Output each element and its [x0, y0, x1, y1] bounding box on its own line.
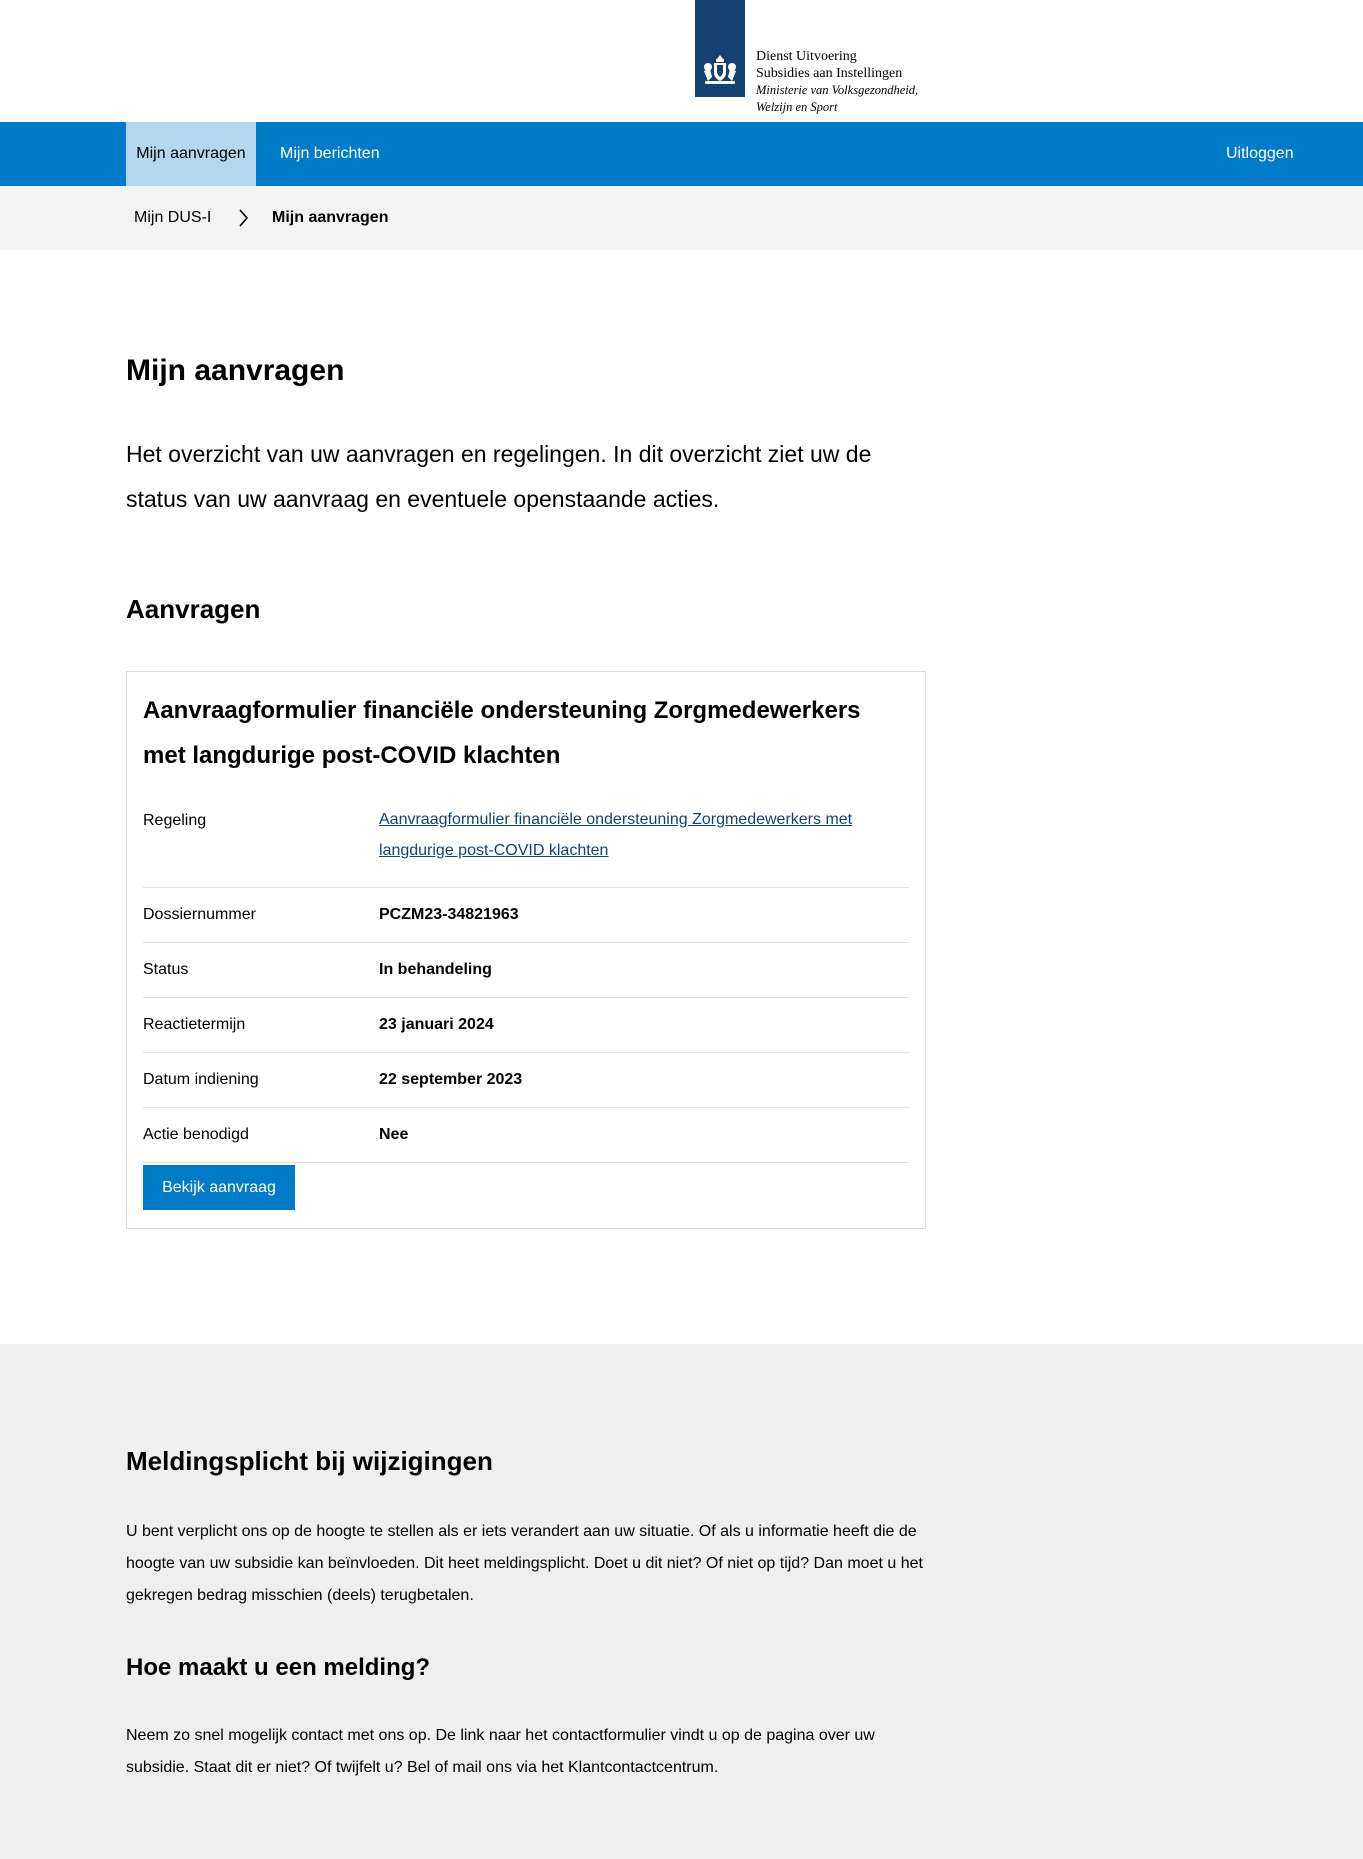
application-card: Aanvraagformulier financiële ondersteuni…: [126, 671, 926, 1229]
regeling-link[interactable]: Aanvraagformulier financiële ondersteuni…: [379, 804, 899, 866]
detail-label: Status: [143, 961, 189, 978]
detail-label: Dossiernummer: [143, 906, 256, 923]
breadcrumb-item-current: Mijn aanvragen: [272, 209, 389, 226]
site-header: Dienst Uitvoering Subsidies aan Instelli…: [0, 0, 1363, 122]
crest-icon: [704, 55, 736, 84]
nav-item-mijn-aanvragen[interactable]: Mijn aanvragen: [126, 122, 256, 186]
status-value: In behandeling: [379, 961, 492, 978]
intro-text: Het overzicht van uw aanvragen en regeli…: [126, 441, 872, 512]
detail-label: Reactietermijn: [143, 1016, 246, 1033]
breadcrumb-item-home[interactable]: Mijn DUS-I: [134, 186, 211, 250]
info-paragraph-meldingsplicht: U bent verplicht ons op de hoogte te ste…: [126, 1523, 923, 1604]
info-heading-melding: Hoe maakt u een melding?: [126, 1654, 431, 1681]
detail-row-datum-indiening: Datum indiening 22 september 2023: [143, 1053, 909, 1108]
detail-row-regeling: Regeling Aanvraagformulier financiële on…: [143, 795, 909, 888]
card-title: Aanvraagformulier financiële ondersteuni…: [143, 697, 861, 769]
logo-organisation-line2: Subsidies aan Instellingen: [756, 66, 903, 81]
detail-value: 22 september 2023: [379, 1071, 523, 1088]
detail-row-status: Status In behandeling: [143, 943, 909, 998]
logo-bar: [695, 0, 745, 97]
detail-label: Actie benodigd: [143, 1126, 249, 1143]
detail-label: Regeling: [143, 812, 207, 829]
main-content: Mijn aanvragen Het overzicht van uw aanv…: [0, 250, 1363, 1344]
breadcrumb: Mijn DUS-I Mijn aanvragen: [0, 186, 1363, 250]
detail-row-actie-benodigd: Actie benodigd Nee: [143, 1108, 909, 1163]
detail-row-dossiernummer: Dossiernummer PCZM23-34821963: [143, 888, 909, 943]
info-paragraph-melding: Neem zo snel mogelijk contact met ons op…: [126, 1727, 875, 1776]
chevron-right-icon: [239, 209, 249, 227]
view-application-button[interactable]: Bekijk aanvraag: [143, 1165, 295, 1210]
detail-label: Datum indiening: [143, 1071, 259, 1088]
info-section: Meldingsplicht bij wijzigingen U bent ve…: [0, 1344, 1363, 1859]
detail-value: Nee: [379, 1126, 409, 1143]
detail-value: PCZM23-34821963: [379, 906, 519, 923]
logo[interactable]: Dienst Uitvoering Subsidies aan Instelli…: [695, 0, 918, 116]
logo-ministry-line1: Ministerie van Volksgezondheid,: [756, 83, 919, 97]
section-title-aanvragen: Aanvragen: [126, 594, 261, 624]
logout-link[interactable]: Uitloggen: [1226, 122, 1294, 186]
page-title: Mijn aanvragen: [126, 354, 345, 387]
logo-text: Dienst Uitvoering Subsidies aan Instelli…: [756, 48, 918, 116]
logo-ministry-line2: Welzijn en Sport: [756, 100, 838, 114]
main-nav: Mijn aanvragen Mijn berichten Uitloggen: [0, 122, 1363, 186]
logo-organisation-line1: Dienst Uitvoering: [756, 49, 857, 64]
detail-row-reactietermijn: Reactietermijn 23 januari 2024: [143, 998, 909, 1053]
detail-value: 23 januari 2024: [379, 1016, 494, 1033]
nav-item-mijn-berichten[interactable]: Mijn berichten: [280, 122, 380, 186]
info-heading-meldingsplicht: Meldingsplicht bij wijzigingen: [126, 1446, 493, 1476]
